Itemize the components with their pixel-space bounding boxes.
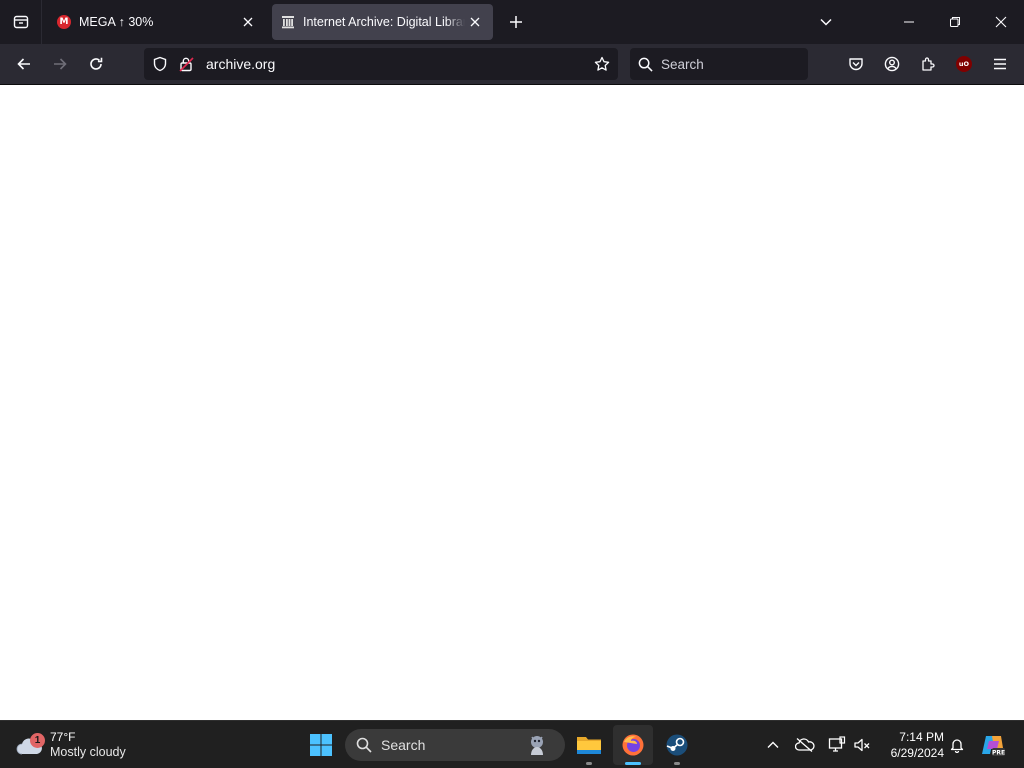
restore-icon <box>950 17 960 27</box>
system-clock[interactable]: 7:14 PM 6/29/2024 <box>876 727 944 763</box>
arrow-right-icon <box>54 58 67 70</box>
navigation-toolbar: archive.org uO <box>0 44 1024 85</box>
bookmark-star-icon[interactable] <box>588 50 616 78</box>
taskbar-firefox[interactable] <box>613 725 653 765</box>
svg-text:PRE: PRE <box>992 750 1005 757</box>
tab-internet-archive[interactable]: Internet Archive: Digital Library of Fre… <box>272 4 493 40</box>
pocket-button[interactable] <box>840 48 872 80</box>
chevron-down-icon <box>820 18 832 26</box>
pocket-icon <box>849 58 863 71</box>
ublock-icon: uO <box>956 56 972 72</box>
list-all-tabs-button[interactable] <box>812 8 840 36</box>
minimize-button[interactable] <box>886 0 932 44</box>
firefox-view-button[interactable] <box>0 0 42 44</box>
taskbar: 1 77°F Mostly cloudy Search 7:14 PM 6/29… <box>0 720 1024 768</box>
start-button[interactable] <box>304 727 338 763</box>
close-window-button[interactable] <box>978 0 1024 44</box>
tab-strip: M MEGA ↑ 30% Internet Archive: Digital L… <box>0 0 1024 44</box>
hamburger-menu-icon <box>994 58 1006 70</box>
search-highlight-icon <box>523 733 551 757</box>
search-icon <box>638 57 656 72</box>
mega-icon: M <box>56 14 72 30</box>
restore-button[interactable] <box>932 0 978 44</box>
weather-temperature: 77°F <box>50 730 76 744</box>
app-menu-button[interactable] <box>984 48 1016 80</box>
taskbar-search-label: Search <box>381 737 426 753</box>
address-bar[interactable]: archive.org <box>144 48 618 80</box>
forward-button[interactable] <box>44 48 76 80</box>
clock-date: 6/29/2024 <box>890 746 944 760</box>
firefox-icon <box>622 734 644 756</box>
close-tab-icon[interactable] <box>465 12 485 32</box>
windows-logo-icon <box>310 734 332 756</box>
weather-alert-badge: 1 <box>30 733 45 748</box>
speaker-muted-icon <box>854 738 870 752</box>
chevron-up-icon <box>767 741 779 748</box>
archive-icon <box>280 14 296 30</box>
reload-button[interactable] <box>80 48 112 80</box>
close-tab-icon[interactable] <box>238 12 258 32</box>
notifications-button[interactable] <box>944 729 970 761</box>
minimize-icon <box>904 21 914 23</box>
url-text[interactable]: archive.org <box>206 56 588 72</box>
firefox-view-icon <box>13 15 28 29</box>
weather-widget[interactable]: 1 77°F Mostly cloudy <box>14 725 154 765</box>
page-content[interactable] <box>0 85 1024 720</box>
copilot-icon: PRE <box>982 736 1005 757</box>
folder-icon <box>577 737 601 754</box>
back-button[interactable] <box>8 48 40 80</box>
reload-icon <box>90 57 103 70</box>
tab-title: MEGA ↑ 30% <box>79 15 154 29</box>
new-tab-button[interactable] <box>502 8 530 36</box>
tab-title: Internet Archive: Digital Library of Fre… <box>303 15 465 29</box>
taskbar-steam[interactable] <box>657 725 697 765</box>
extensions-button[interactable] <box>912 48 944 80</box>
puzzle-icon <box>922 57 935 71</box>
account-icon <box>884 56 900 72</box>
account-button[interactable] <box>876 48 908 80</box>
search-input[interactable] <box>661 56 801 72</box>
insecure-lock-icon[interactable] <box>176 56 196 72</box>
search-icon <box>356 737 372 753</box>
taskbar-file-explorer[interactable] <box>569 725 609 765</box>
taskbar-search-box[interactable]: Search <box>345 729 565 761</box>
volume-tray[interactable] <box>847 729 877 761</box>
search-bar[interactable] <box>630 48 808 80</box>
copilot-button[interactable]: PRE <box>976 729 1010 761</box>
ublock-origin-button[interactable]: uO <box>948 48 980 80</box>
close-icon <box>995 16 1007 28</box>
steam-icon <box>666 734 688 756</box>
bell-icon <box>950 739 964 753</box>
monitor-icon <box>828 736 846 752</box>
arrow-left-icon <box>17 58 30 70</box>
onedrive-offline-icon <box>795 738 815 752</box>
onedrive-tray[interactable] <box>790 729 820 761</box>
tracking-protection-shield-icon[interactable] <box>150 56 170 72</box>
show-hidden-icons-button[interactable] <box>758 729 788 761</box>
clock-time: 7:14 PM <box>899 730 944 744</box>
weather-condition: Mostly cloudy <box>50 745 126 759</box>
plus-icon <box>510 16 522 28</box>
cloudy-weather-icon: 1 <box>14 730 45 760</box>
tab-mega[interactable]: M MEGA ↑ 30% <box>48 4 266 40</box>
